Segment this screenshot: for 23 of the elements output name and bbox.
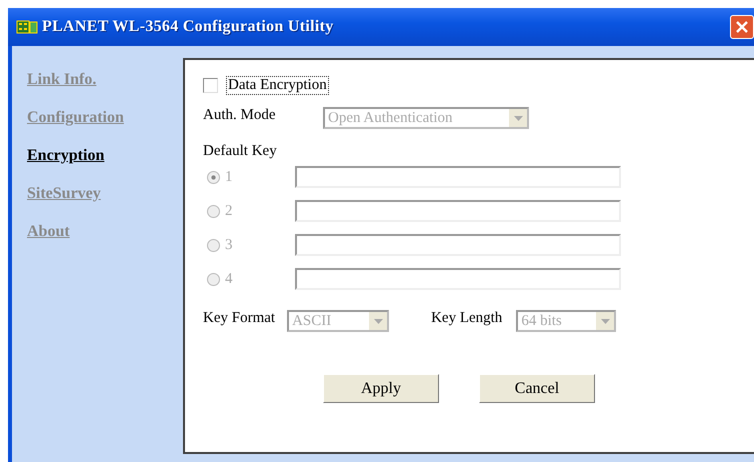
radio-label: 2 [225, 202, 234, 220]
dropdown-arrow-icon [374, 318, 383, 324]
close-icon [735, 20, 749, 34]
dialog-button[interactable]: Apply [323, 374, 439, 403]
checkbox-label: Data Encryption [226, 76, 329, 95]
sidebar-link[interactable]: Encryption [27, 146, 104, 166]
radio-label: 3 [225, 236, 234, 254]
field-label: Auth. Mode [203, 107, 276, 124]
window-title: PLANET WL-3564 Configuration Utility [42, 18, 334, 36]
sidebar-link[interactable]: SiteSurvey [27, 184, 101, 204]
field-label: Key Length [431, 310, 502, 327]
field-label: Key Format [203, 310, 276, 327]
section-label: Default Key [203, 143, 278, 160]
dropdown-arrow-icon [514, 116, 522, 120]
sidebar-link[interactable]: Configuration [27, 108, 124, 128]
chip-icon [16, 19, 38, 35]
dialog-button[interactable]: Cancel [479, 374, 595, 403]
dropdown-arrow-icon [600, 318, 610, 324]
radio-label: 4 [225, 270, 234, 288]
sidebar-link[interactable]: Link Info. [27, 70, 96, 90]
radio-label: 1 [225, 168, 234, 186]
close-button[interactable] [730, 15, 754, 39]
sidebar-link[interactable]: About [27, 222, 70, 242]
